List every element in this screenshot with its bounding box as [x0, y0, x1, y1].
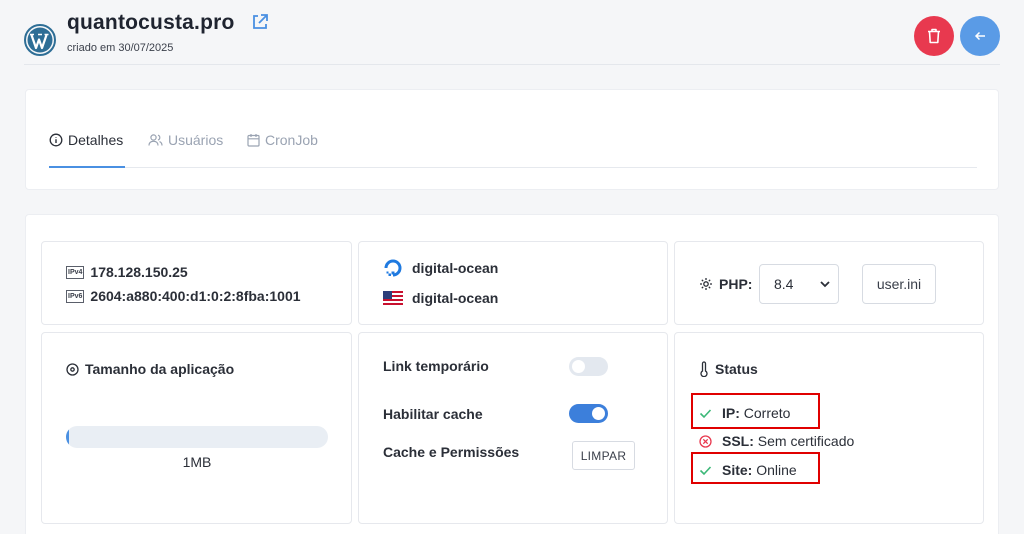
- app-size-progress-fill: [66, 426, 69, 448]
- app-size-title-group: Tamanho da aplicação: [66, 361, 234, 377]
- tab-label: Usuários: [168, 132, 224, 148]
- provider-box: digital-ocean digital-ocean: [358, 241, 668, 325]
- tab-label: CronJob: [265, 132, 318, 148]
- calendar-icon: [247, 134, 260, 147]
- users-icon: [148, 134, 163, 146]
- us-flag-icon: [383, 291, 403, 305]
- temp-link-label: Link temporário: [383, 358, 489, 374]
- status-ssl-row: SSL: Sem certificado: [699, 433, 854, 449]
- clear-cache-button[interactable]: LIMPAR: [572, 441, 635, 470]
- thermometer-icon: [700, 361, 708, 377]
- status-key: SSL:: [722, 433, 754, 449]
- tab-detalhes[interactable]: Detalhes: [49, 132, 123, 148]
- external-link-icon[interactable]: [250, 12, 270, 32]
- x-circle-icon: [699, 434, 712, 448]
- ipv4-address: 178.128.150.25: [90, 264, 188, 280]
- tabs-card: Detalhes Usuários CronJob: [25, 89, 999, 190]
- trash-icon: [928, 28, 940, 44]
- ipv4-badge: IPv4: [66, 265, 85, 279]
- network-box: IPv4 178.128.150.25 IPv6 2604:a880:400:d…: [41, 241, 352, 325]
- disc-icon: [66, 362, 79, 376]
- provider-region: digital-ocean: [412, 290, 499, 306]
- php-label-group: PHP:: [699, 276, 752, 292]
- delete-site-button[interactable]: [914, 16, 954, 56]
- php-label: PHP:: [719, 276, 753, 292]
- digitalocean-icon: [384, 259, 402, 277]
- php-box: PHP: 8.4 user.ini: [674, 241, 984, 325]
- details-panel: IPv4 178.128.150.25 IPv6 2604:a880:400:d…: [25, 214, 999, 534]
- provider-host: digital-ocean: [412, 260, 499, 276]
- ipv6-row: IPv6 2604:a880:400:d1:0:2:8fba:1001: [66, 288, 301, 304]
- ipv4-row: IPv4 178.128.150.25: [66, 264, 188, 280]
- info-icon: [49, 133, 63, 147]
- site-title: quantocusta.pro: [67, 11, 235, 34]
- header-divider: [24, 64, 1000, 65]
- status-ssl-text: SSL: Sem certificado: [722, 433, 854, 449]
- app-size-progress: [66, 426, 328, 448]
- ipv6-badge: IPv6: [66, 289, 85, 303]
- php-version-select[interactable]: 8.4: [759, 264, 839, 304]
- highlight-box-ip: [691, 393, 820, 429]
- ipv6-address: 2604:a880:400:d1:0:2:8fba:1001: [90, 288, 301, 304]
- highlight-box-site: [691, 452, 820, 484]
- tab-usuarios[interactable]: Usuários: [148, 132, 223, 148]
- app-size-title: Tamanho da aplicação: [85, 361, 235, 377]
- wordpress-icon: [24, 24, 56, 56]
- tab-cronjob[interactable]: CronJob: [247, 132, 318, 148]
- app-size-value: 1MB: [182, 454, 212, 470]
- gear-icon: [700, 278, 712, 290]
- user-ini-button[interactable]: user.ini: [862, 264, 936, 304]
- back-button[interactable]: [960, 16, 1000, 56]
- options-box: Link temporário Habilitar cache Cache e …: [358, 332, 668, 524]
- tab-label: Detalhes: [68, 132, 124, 148]
- arrow-left-icon: [974, 31, 985, 41]
- active-tab-indicator: [49, 166, 125, 168]
- toggle-knob: [572, 360, 585, 373]
- php-version-value: 8.4: [774, 276, 794, 292]
- chevron-down-icon: [820, 281, 830, 288]
- status-value: Sem certificado: [757, 433, 855, 449]
- status-box: Status IP: Correto SSL: Sem certificado …: [674, 332, 984, 524]
- cache-label: Habilitar cache: [383, 406, 483, 422]
- status-title: Status: [715, 361, 758, 377]
- page-header: quantocusta.pro criado em 30/07/2025: [0, 0, 1024, 66]
- toggle-knob: [592, 407, 605, 420]
- provider-host-row: digital-ocean: [383, 258, 498, 278]
- app-size-box: Tamanho da aplicação 1MB: [41, 332, 352, 524]
- temp-link-toggle[interactable]: [569, 357, 608, 376]
- site-created-date: criado em 30/07/2025: [67, 42, 174, 54]
- status-title-group: Status: [699, 361, 758, 377]
- provider-region-row: digital-ocean: [383, 290, 498, 306]
- cache-permissions-label: Cache e Permissões: [383, 444, 520, 460]
- tabs-divider: [49, 167, 977, 168]
- cache-toggle[interactable]: [569, 404, 608, 423]
